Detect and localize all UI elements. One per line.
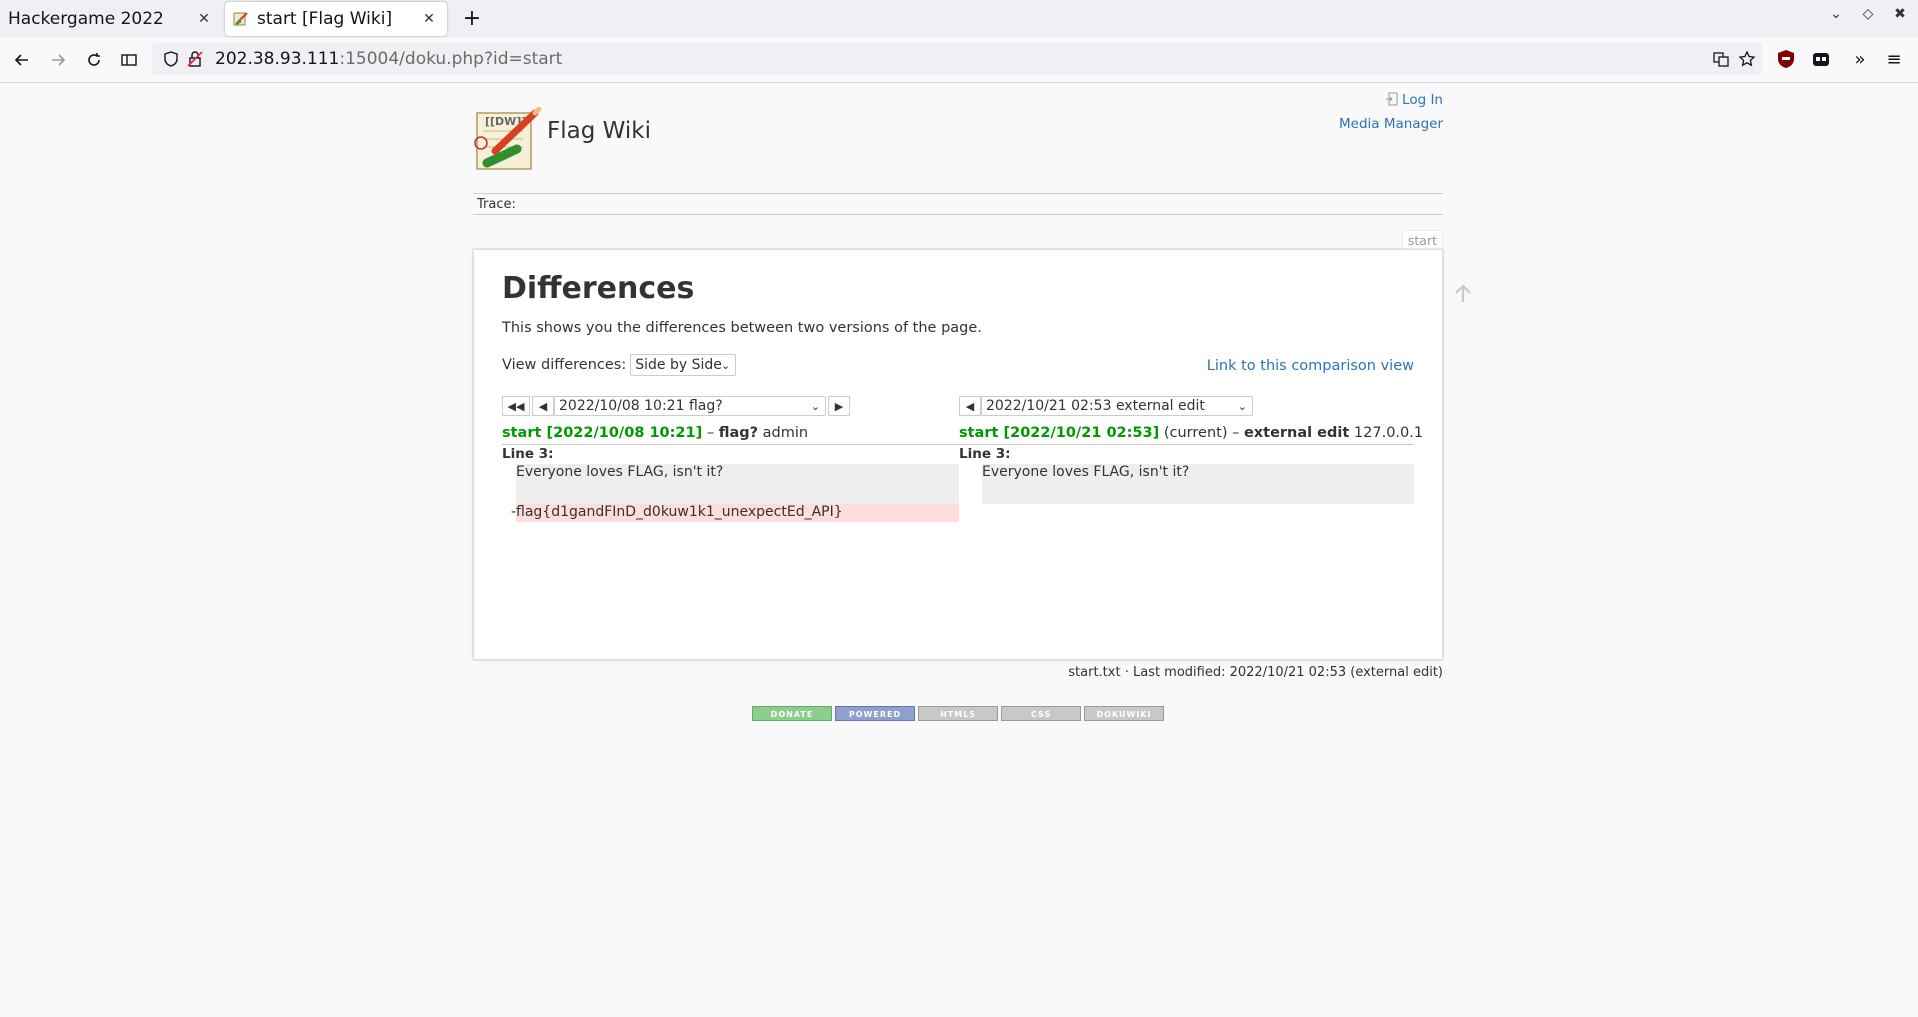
tab-title: Hackergame 2022	[8, 9, 164, 29]
hamburger-menu-icon[interactable]: ≡	[1880, 45, 1908, 73]
view-differences: View differences: Side by Side ⌄	[502, 354, 737, 376]
breadcrumb-trace: Trace:	[473, 193, 1443, 215]
left-context-line: Everyone loves FLAG, isn't it?	[516, 464, 959, 504]
sidebar-toggle-icon[interactable]	[115, 46, 143, 74]
right-revision-link[interactable]: start [2022/10/21 02:53]	[959, 425, 1159, 441]
page-content: Differences This shows you the differenc…	[473, 249, 1443, 660]
left-revision-nav: ◀◀ ◀ 2022/10/08 10:21 flag? ⌄ ▶	[502, 396, 850, 416]
overflow-chevron-icon[interactable]: »	[1846, 45, 1874, 73]
address-bar[interactable]: 202.38.93.111:15004/doku.php?id=start	[152, 43, 1762, 75]
shield-icon[interactable]	[162, 50, 180, 68]
first-revision-icon[interactable]: ◀◀	[502, 396, 530, 416]
next-revision-icon[interactable]: ▶	[828, 396, 850, 416]
tab-flag-wiki[interactable]: start [Flag Wiki] ✕	[225, 2, 447, 36]
tab-hackergame[interactable]: Hackergame 2022 ✕	[0, 0, 222, 38]
chevron-down-icon: ⌄	[810, 399, 820, 413]
close-icon[interactable]: ✕	[419, 11, 439, 27]
right-revision-nav: ◀ 2022/10/21 02:53 external edit ⌄	[959, 396, 1253, 416]
prev-revision-icon[interactable]: ◀	[532, 396, 554, 416]
php-powered-badge[interactable]: POWERED	[835, 706, 915, 721]
left-summary: flag?	[718, 425, 759, 441]
right-revision-select[interactable]: 2022/10/21 02:53 external edit ⌄	[981, 396, 1253, 416]
close-window-icon[interactable]: ✖	[1890, 6, 1910, 22]
login-link[interactable]: Log In	[1339, 88, 1443, 112]
insecure-lock-icon[interactable]	[186, 50, 204, 68]
list-all-tabs-icon[interactable]: ⌄	[1826, 6, 1846, 22]
browser-tab-bar: Hackergame 2022 ✕ start [Flag Wiki] ✕ + …	[0, 0, 1918, 38]
comparison-view-link[interactable]: Link to this comparison view	[1207, 358, 1414, 374]
dokuwiki-favicon-icon	[233, 12, 248, 26]
user-tools: Log In Media Manager	[1339, 88, 1443, 136]
current-label: (current)	[1163, 425, 1228, 441]
page-title: Differences	[502, 271, 695, 306]
back-icon[interactable]	[8, 46, 36, 74]
extension-diamond-icon[interactable]: ◇	[1858, 6, 1878, 22]
right-context-line: Everyone loves FLAG, isn't it?	[982, 464, 1414, 504]
left-user: admin	[762, 425, 809, 441]
dokuwiki-logo[interactable]: [[DW]]	[473, 107, 543, 175]
bookmark-star-icon[interactable]	[1738, 50, 1756, 68]
intro-text: This shows you the differences between t…	[502, 320, 982, 336]
extension-icon[interactable]	[1810, 48, 1832, 70]
close-icon[interactable]: ✕	[194, 11, 214, 27]
login-icon	[1386, 92, 1398, 106]
html5-badge[interactable]: HTML5	[918, 706, 998, 721]
prev-revision-icon[interactable]: ◀	[959, 396, 981, 416]
right-revision-header: start [2022/10/21 02:53] (current) – ext…	[959, 425, 1424, 441]
tab-title: start [Flag Wiki]	[257, 9, 393, 29]
ublock-shield-icon[interactable]	[1775, 48, 1797, 70]
url-text: 202.38.93.111:15004/doku.php?id=start	[215, 49, 563, 69]
deleted-line: flag{d1gandFInD_d0kuw1k1_unexpectEd_API}	[516, 504, 959, 522]
right-line-number: Line 3:	[959, 446, 1011, 462]
view-diff-select[interactable]: Side by Side ⌄	[630, 354, 737, 376]
reload-icon[interactable]	[80, 46, 108, 74]
media-manager-link[interactable]: Media Manager	[1339, 112, 1443, 136]
chevron-down-icon: ⌄	[1237, 399, 1247, 413]
forward-icon[interactable]	[44, 46, 72, 74]
css-badge[interactable]: CSS	[1001, 706, 1081, 721]
translate-icon[interactable]	[1712, 50, 1730, 68]
site-title[interactable]: Flag Wiki	[547, 118, 651, 144]
browser-nav-bar: 202.38.93.111:15004/doku.php?id=start » …	[0, 38, 1918, 83]
view-diff-label: View differences:	[502, 357, 627, 373]
left-line-number: Line 3:	[502, 446, 554, 462]
donate-badge[interactable]: DONATE	[752, 706, 832, 721]
back-to-top-arrow-icon[interactable]	[1452, 282, 1474, 304]
right-summary: external edit	[1243, 425, 1350, 441]
left-revision-select[interactable]: 2022/10/08 10:21 flag? ⌄	[554, 396, 826, 416]
left-revision-header: start [2022/10/08 10:21] – flag? admin	[502, 425, 809, 441]
right-user: 127.0.0.1	[1353, 425, 1424, 441]
left-revision-link[interactable]: start [2022/10/08 10:21]	[502, 425, 702, 441]
chevron-down-icon: ⌄	[721, 358, 731, 372]
footer-badges: DONATE POWERED HTML5 CSS DOKUWIKI	[752, 706, 1164, 721]
dokuwiki-badge[interactable]: DOKUWIKI	[1084, 706, 1164, 721]
diff-header-divider	[502, 444, 1414, 445]
last-modified-info: start.txt · Last modified: 2022/10/21 02…	[1068, 665, 1443, 680]
new-tab-icon[interactable]: +	[457, 4, 487, 34]
